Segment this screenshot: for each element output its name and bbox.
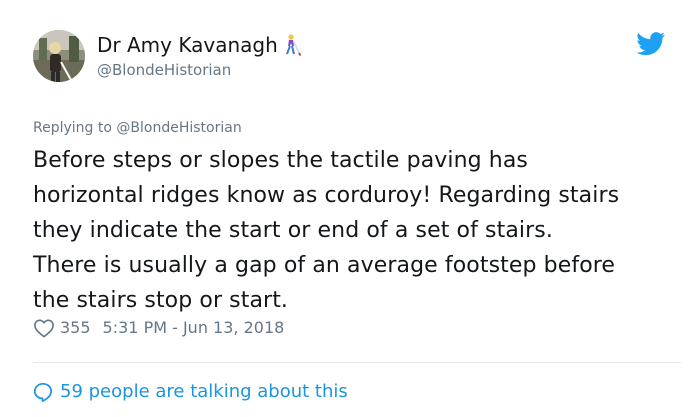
author-handle[interactable]: @BlondeHistorian [97,60,231,80]
author-name-text: Dr Amy Kavanagh [97,33,278,57]
tweet-text-line: they indicate the start or end of a set … [33,218,553,243]
tweet-text-line: There is usually a gap of an average foo… [33,253,616,278]
person-with-probing-cane-icon [282,34,302,61]
like-count[interactable]: 355 [60,316,91,340]
replying-to-prefix: Replying to [33,120,112,136]
speech-bubble-icon [33,382,53,402]
tweet-text-line: the stairs stop or start. [33,288,289,313]
talking-about-text: 59 people are talking about this [60,381,348,402]
twitter-bird-icon[interactable] [636,32,666,56]
tweet-timestamp[interactable]: 5:31 PM - Jun 13, 2018 [103,316,285,340]
tweet-meta: 355 5:31 PM - Jun 13, 2018 [33,316,284,340]
tweet-card: Dr Amy Kavanagh @BlondeHistorian Replyin… [0,0,700,417]
replying-to-handle[interactable]: @BlondeHistorian [116,120,241,136]
tweet-text-line: horizontal ridges know as corduroy! Rega… [33,183,620,208]
divider [33,362,681,363]
avatar-photo [33,30,85,82]
tweet-text-line: Before steps or slopes the tactile pavin… [33,148,528,173]
talking-about-link[interactable]: 59 people are talking about this [33,380,348,404]
avatar[interactable] [33,30,85,82]
tweet-text: Before steps or slopes the tactile pavin… [33,143,693,318]
replying-to: Replying to @BlondeHistorian [33,119,242,137]
author-display-name[interactable]: Dr Amy Kavanagh [97,33,302,61]
heart-outline-icon[interactable] [33,318,55,338]
